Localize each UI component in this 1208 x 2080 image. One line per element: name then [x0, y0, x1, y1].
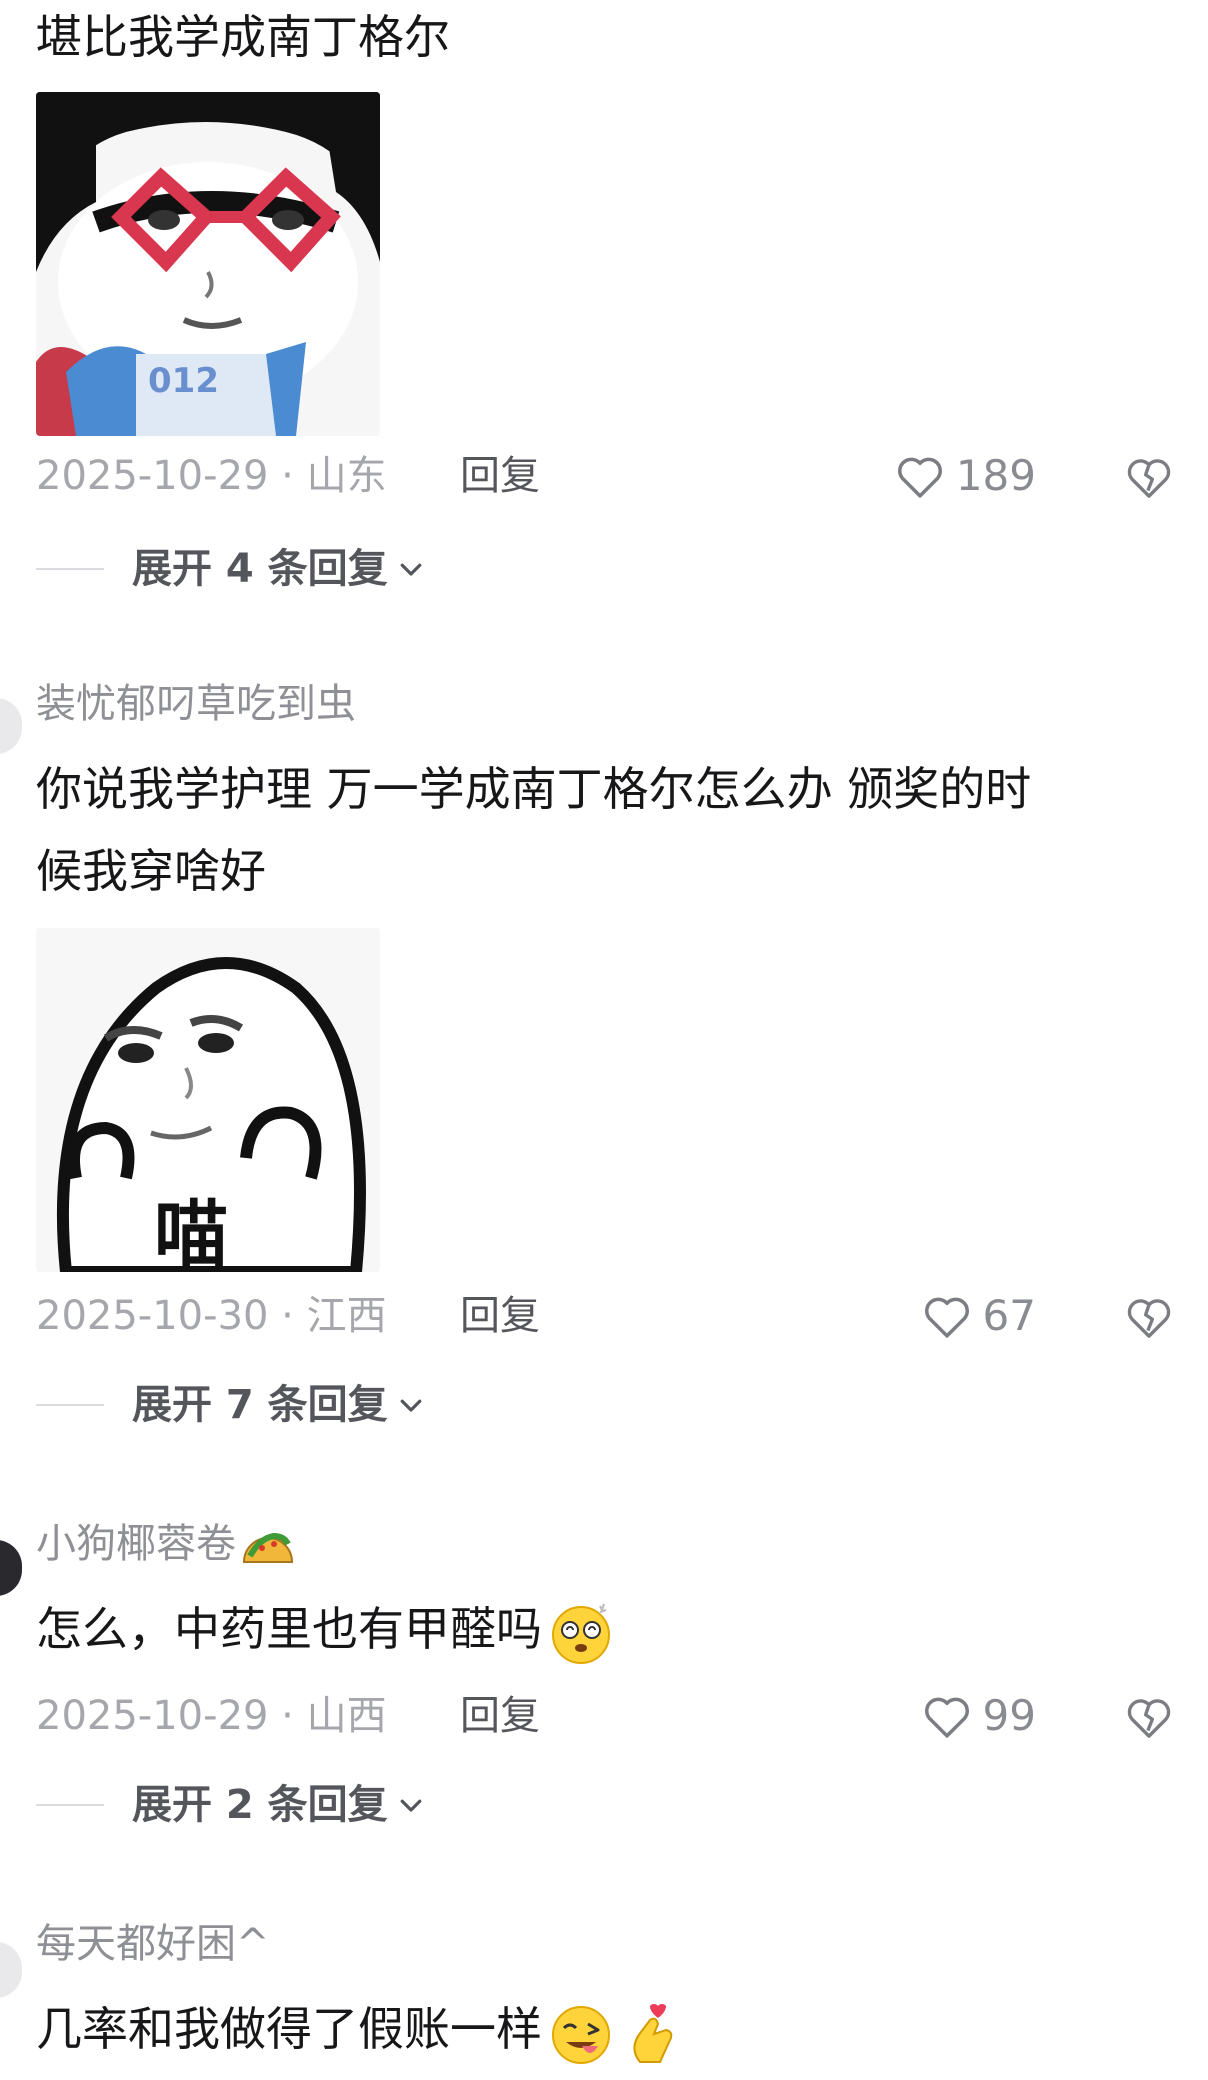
- reply-button[interactable]: 回复: [460, 1692, 540, 1740]
- finger-heart-icon: [633, 2003, 673, 2063]
- round-face-meow-sticker[interactable]: 喵: [36, 928, 380, 1272]
- comment-text: 候我穿啥好: [36, 844, 266, 898]
- comment-text: 堪比我学成南丁格尔: [36, 10, 450, 64]
- broken-heart-icon[interactable]: [1122, 1690, 1176, 1744]
- comment-date-location: 2025-10-29 · 山东: [36, 453, 387, 499]
- comment-username[interactable]: 每天都好困^: [36, 1920, 270, 1968]
- like-count: 67: [982, 1291, 1036, 1340]
- sticker-caption: 喵: [154, 1192, 228, 1272]
- divider: [36, 568, 104, 570]
- chevron-down-icon: [400, 563, 422, 576]
- comment-text: 你说我学护理 万一学成南丁格尔怎么办 颁奖的时: [36, 762, 1032, 816]
- dizzy-face-icon: [552, 1603, 610, 1664]
- expand-replies-label: 展开 2 条回复: [132, 1782, 388, 1828]
- broken-heart-icon[interactable]: [1122, 450, 1176, 504]
- expand-replies-label: 展开 4 条回复: [132, 546, 388, 592]
- divider: [36, 1404, 104, 1406]
- chevron-down-icon: [400, 1799, 422, 1812]
- reply-button[interactable]: 回复: [460, 1292, 540, 1340]
- avatar[interactable]: [0, 1942, 22, 1998]
- like-button[interactable]: 67: [919, 1288, 1036, 1344]
- like-count: 189: [955, 451, 1036, 500]
- taco-icon: [242, 1532, 294, 1563]
- heart-icon: [924, 1697, 969, 1738]
- heart-icon: [897, 457, 942, 498]
- expand-replies-button[interactable]: 展开 2 条回复: [36, 1780, 426, 1830]
- like-button[interactable]: 99: [919, 1688, 1036, 1744]
- comment-text: 怎么，中药里也有甲醛吗: [36, 1588, 614, 1670]
- comment-meta: 2025-10-30 · 江西 回复 67: [36, 1288, 1176, 1344]
- comment-username[interactable]: 装忧郁叼草吃到虫: [36, 680, 356, 728]
- divider: [36, 1804, 104, 1806]
- comment-username[interactable]: 小狗椰蓉卷: [36, 1520, 296, 1570]
- comment-date-location: 2025-10-30 · 江西: [36, 1293, 387, 1339]
- heart-icon: [924, 1297, 969, 1338]
- comment-meta: 2025-10-29 · 山东 回复 189: [36, 448, 1176, 504]
- reply-button[interactable]: 回复: [460, 452, 540, 500]
- like-count: 99: [982, 1691, 1036, 1740]
- avatar[interactable]: [0, 1540, 22, 1596]
- svg-text:012: 012: [148, 361, 219, 401]
- comment-meta: 2025-10-29 · 山西 回复 99: [36, 1688, 1176, 1744]
- expand-replies-label: 展开 7 条回复: [132, 1382, 388, 1428]
- expand-replies-button[interactable]: 展开 4 条回复: [36, 544, 426, 594]
- comment-text: 几率和我做得了假账一样: [36, 1988, 686, 2070]
- expand-replies-button[interactable]: 展开 7 条回复: [36, 1380, 426, 1430]
- chevron-down-icon: [400, 1399, 422, 1412]
- avatar[interactable]: [0, 698, 22, 754]
- comment-date-location: 2025-10-29 · 山西: [36, 1693, 387, 1739]
- like-button[interactable]: 189: [892, 448, 1036, 504]
- broken-heart-icon[interactable]: [1122, 1290, 1176, 1344]
- winking-tongue-face-icon: [552, 2005, 610, 2064]
- bowl-cut-girl-red-glasses-sticker[interactable]: 012: [36, 92, 380, 436]
